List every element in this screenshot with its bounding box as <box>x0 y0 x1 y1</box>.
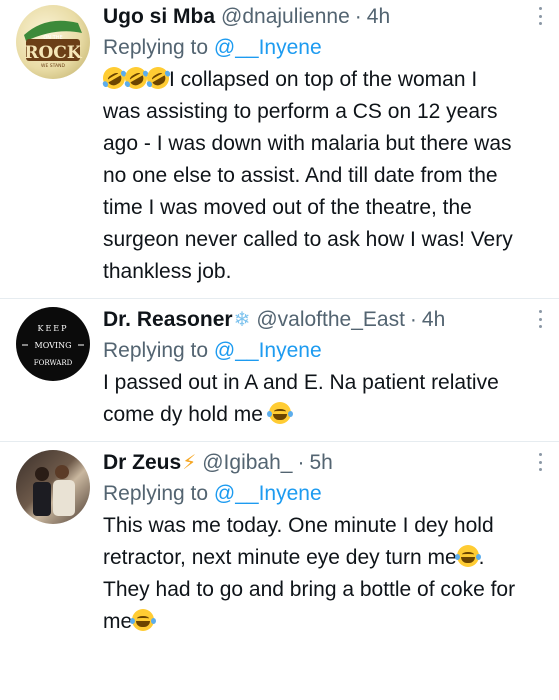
display-name[interactable]: Dr Zeus <box>103 449 181 476</box>
tweet-text: I passed out in A and E. Na patient rela… <box>103 367 519 431</box>
replying-prefix: Replying to <box>103 339 209 362</box>
svg-text:KEEP: KEEP <box>37 324 68 333</box>
svg-text:ON THE: ON THE <box>43 35 62 41</box>
tweet-body-part-1: This was me today. One minute I dey hold… <box>103 514 494 569</box>
tweet-body: I collapsed on top of the woman I was as… <box>103 68 513 283</box>
snowflake-icon: ❄ <box>233 308 251 331</box>
tweet-header: Ugo si Mba @dnajulienne · 4h <box>103 3 519 30</box>
avatar[interactable]: KEEP MOVING FORWARD <box>16 307 90 381</box>
tweet-header: Dr Zeus ⚡ @Igibah_ · 5h <box>103 449 519 476</box>
tweet-body: I passed out in A and E. Na patient rela… <box>103 371 499 426</box>
timestamp[interactable]: 4h <box>367 3 390 30</box>
replying-to: Replying to @__Inyene <box>103 33 519 62</box>
rock-logo-icon: ON THE ROCK WE STAND <box>24 20 83 69</box>
more-options-icon[interactable] <box>535 4 545 28</box>
avatar[interactable]: ON THE ROCK WE STAND <box>16 5 90 79</box>
keep-moving-forward-logo-icon: KEEP MOVING FORWARD <box>22 324 84 367</box>
tweet-2[interactable]: KEEP MOVING FORWARD Dr. Reasoner ❄ @valo… <box>0 299 559 442</box>
replying-prefix: Replying to <box>103 36 209 59</box>
lightning-bolt-icon: ⚡ <box>182 451 197 474</box>
profile-photo-icon <box>33 465 75 516</box>
display-name[interactable]: Ugo si Mba <box>103 3 215 30</box>
separator: · <box>409 308 417 331</box>
display-name[interactable]: Dr. Reasoner <box>103 306 233 333</box>
tweet-3[interactable]: Dr Zeus ⚡ @Igibah_ · 5h Replying to @__I… <box>0 442 559 700</box>
avatar[interactable] <box>16 450 90 524</box>
svg-text:ROCK: ROCK <box>24 43 82 63</box>
replying-to-link[interactable]: @__Inyene <box>214 36 322 59</box>
timestamp[interactable]: 4h <box>422 306 445 333</box>
tears-of-joy-emoji-icon <box>454 545 481 567</box>
more-options-icon[interactable] <box>535 450 545 474</box>
separator: · <box>297 451 305 474</box>
tears-of-joy-emoji-icon <box>266 402 293 424</box>
tweet-text: I collapsed on top of the woman I was as… <box>98 62 519 288</box>
user-handle[interactable]: @valofthe_East <box>256 306 405 333</box>
svg-text:WE STAND: WE STAND <box>41 63 65 69</box>
replying-to: Replying to @__Inyene <box>103 336 519 365</box>
tweet-1[interactable]: ON THE ROCK WE STAND Ugo si Mba @dnajuli… <box>0 0 559 299</box>
more-options-icon[interactable] <box>535 307 545 331</box>
user-handle[interactable]: @Igibah_ <box>202 449 292 476</box>
replying-to-link[interactable]: @__Inyene <box>214 482 322 505</box>
separator: · <box>354 5 362 28</box>
user-handle[interactable]: @dnajulienne <box>221 3 350 30</box>
svg-text:FORWARD: FORWARD <box>34 359 73 367</box>
tears-of-joy-emoji-icon <box>130 609 157 631</box>
svg-text:MOVING: MOVING <box>35 341 72 350</box>
tweet-text: This was me today. One minute I dey hold… <box>103 510 519 638</box>
timestamp[interactable]: 5h <box>309 449 332 476</box>
replying-to-link[interactable]: @__Inyene <box>214 339 322 362</box>
tweet-header: Dr. Reasoner ❄ @valofthe_East · 4h <box>103 306 519 333</box>
replying-prefix: Replying to <box>103 482 209 505</box>
replying-to: Replying to @__Inyene <box>103 479 519 508</box>
